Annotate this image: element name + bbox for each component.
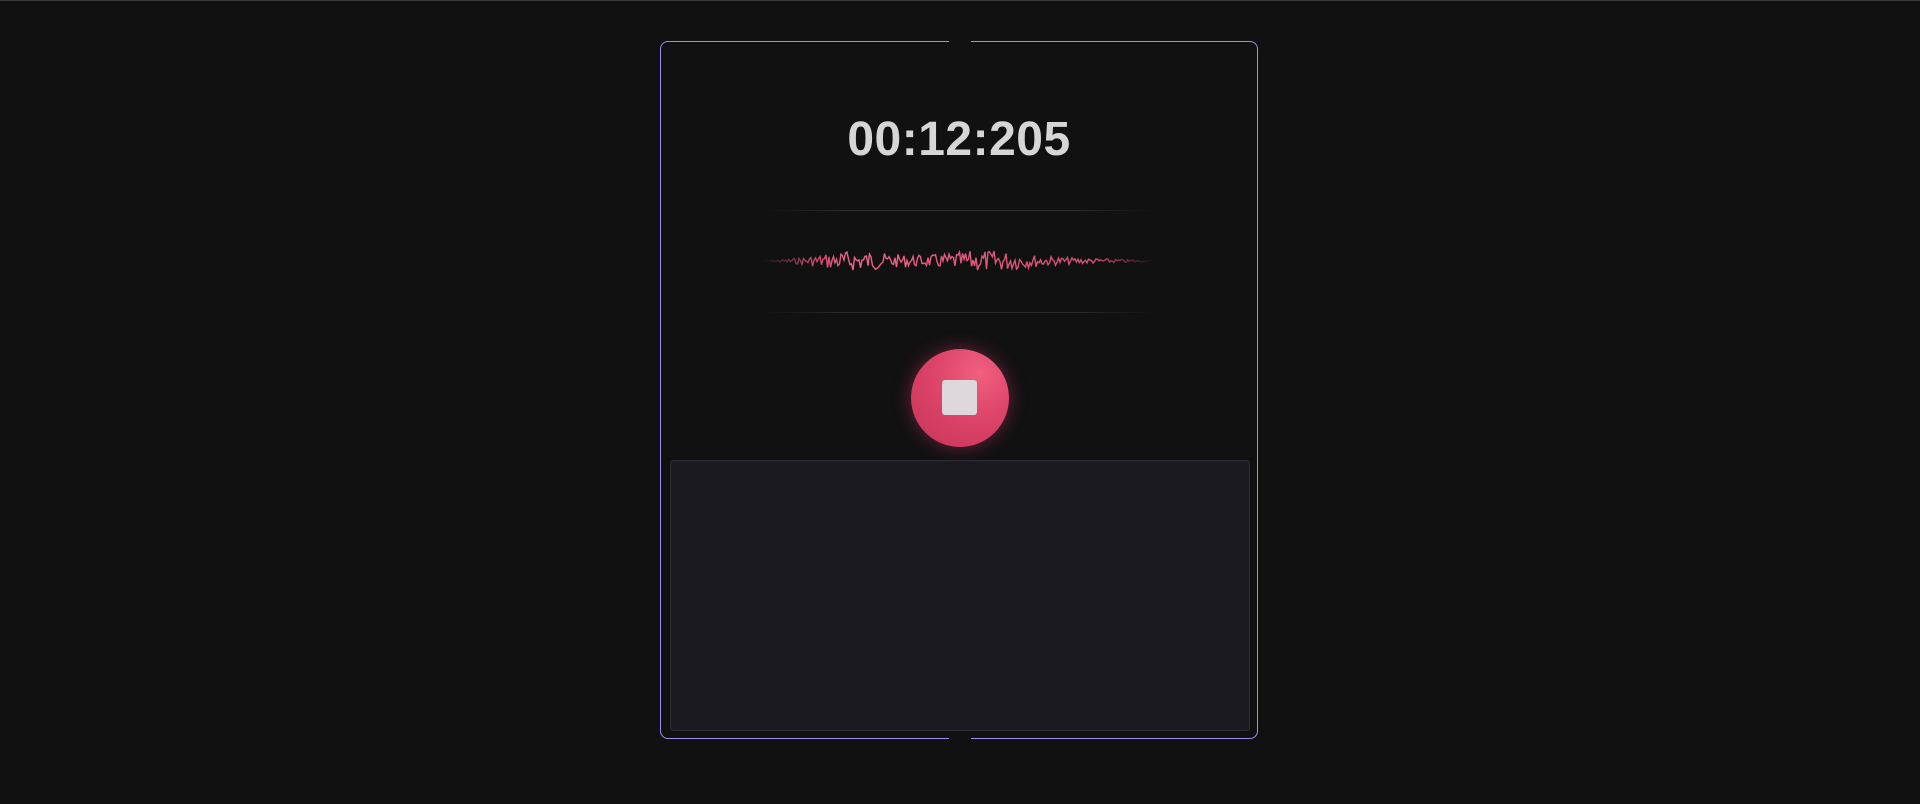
recorder-card: 00:12:205: [660, 40, 1258, 740]
transcript-panel[interactable]: [670, 460, 1250, 731]
recording-timer: 00:12:205: [847, 113, 1071, 166]
waveform-icon: [763, 249, 1155, 272]
stop-icon: [942, 380, 977, 415]
card-bottom-notch: [949, 737, 971, 740]
waveform-visualizer: [763, 210, 1155, 313]
stop-recording-button[interactable]: [911, 349, 1009, 447]
window-top-border: [0, 0, 1920, 1]
waveform-trace: [763, 249, 1155, 272]
waveform-bottom-divider: [763, 312, 1155, 313]
card-top-notch: [949, 40, 971, 43]
